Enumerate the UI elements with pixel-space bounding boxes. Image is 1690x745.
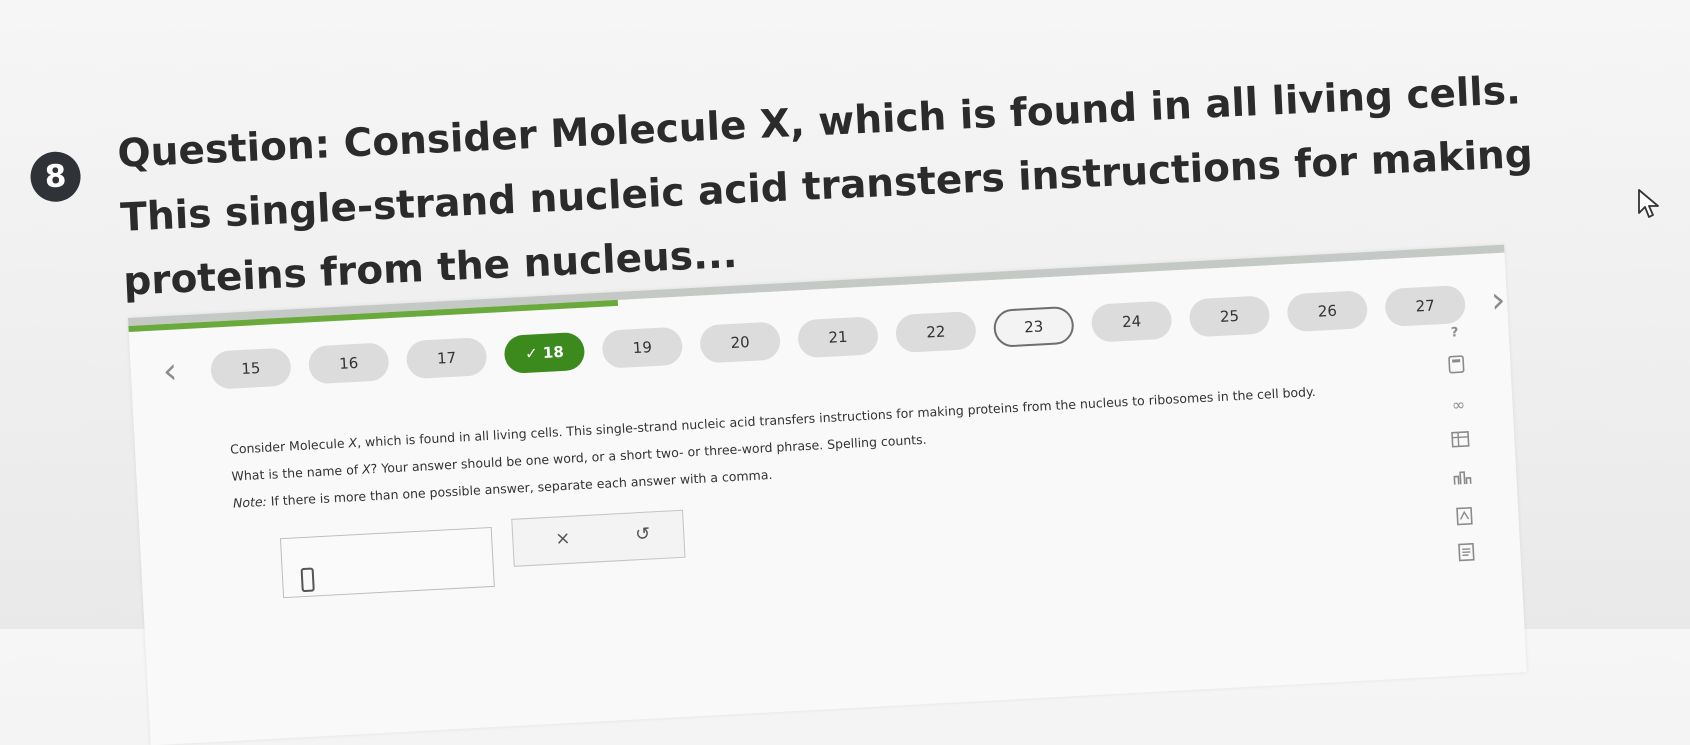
text-cursor-icon <box>300 567 315 593</box>
question-pill-18[interactable]: ✓ 18 <box>503 331 586 374</box>
question-text: Consider Molecule X, which is found in a… <box>230 380 1373 522</box>
calculator-icon[interactable] <box>1442 355 1471 378</box>
answer-input[interactable] <box>279 526 495 599</box>
chevron-right-icon[interactable]: › <box>1490 280 1507 322</box>
question-pill-20[interactable]: 20 <box>699 321 782 364</box>
infinity-icon[interactable]: ∞ <box>1444 395 1473 415</box>
question-pill-24[interactable]: 24 <box>1090 300 1173 343</box>
notes-icon[interactable] <box>1452 542 1481 565</box>
reference-icon[interactable] <box>1450 506 1479 529</box>
question-pill-27[interactable]: 27 <box>1384 284 1467 328</box>
question-pill-22[interactable]: 22 <box>894 310 977 354</box>
question-pill-19[interactable]: 19 <box>601 326 684 369</box>
question-pill-23[interactable]: 23 <box>992 305 1075 348</box>
mouse-pointer-icon <box>1638 189 1659 218</box>
undo-button[interactable]: ↺ <box>635 524 651 546</box>
clear-button[interactable]: × <box>555 528 571 550</box>
question-pill-15[interactable]: 15 <box>209 347 292 390</box>
question-pill-16[interactable]: 16 <box>307 342 390 385</box>
periodic-table-icon[interactable] <box>1448 469 1477 492</box>
answer-tools: × ↺ <box>511 509 686 567</box>
question-header: 8 Question: Consider Molecule X, which i… <box>25 0 1592 305</box>
question-number-badge: 8 <box>29 150 82 203</box>
chevron-left-icon[interactable]: ‹ <box>162 350 179 392</box>
help-icon[interactable]: ? <box>1440 325 1469 341</box>
question-pill-26[interactable]: 26 <box>1286 290 1369 333</box>
question-pill-17[interactable]: 17 <box>405 337 488 380</box>
check-icon: ✓ <box>524 344 539 363</box>
question-pill-21[interactable]: 21 <box>797 316 879 359</box>
question-panel: ‹ 15 16 17 ✓ 18 19 20 21 22 23 24 25 26 … <box>128 244 1527 745</box>
question-pill-25[interactable]: 25 <box>1188 295 1271 338</box>
pill-label: 18 <box>542 342 565 362</box>
table-icon[interactable] <box>1446 430 1475 453</box>
